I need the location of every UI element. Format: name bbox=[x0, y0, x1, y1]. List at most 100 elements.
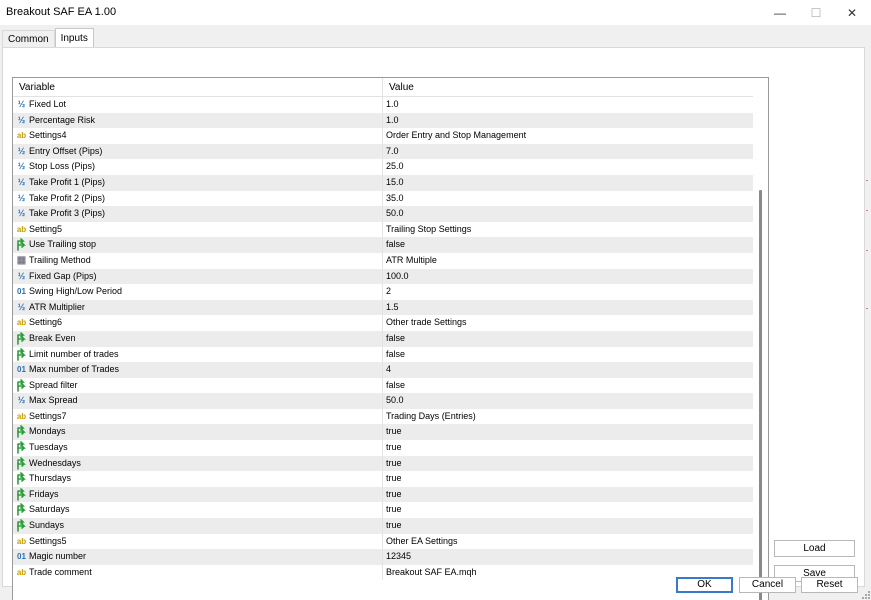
value-cell[interactable]: 7.0 bbox=[383, 144, 753, 160]
value-cell[interactable]: ATR Multiple bbox=[383, 253, 753, 269]
value-cell[interactable]: false bbox=[383, 237, 753, 253]
table-row[interactable]: Mondays true bbox=[13, 424, 753, 441]
value-cell[interactable]: 2 bbox=[383, 284, 753, 300]
minimize-icon[interactable]: — bbox=[762, 0, 798, 25]
table-row[interactable]: Tuesdays true bbox=[13, 440, 753, 456]
cancel-button[interactable]: Cancel bbox=[739, 577, 796, 593]
value-cell[interactable]: false bbox=[383, 378, 753, 394]
variable-cell[interactable]: Saturdays bbox=[13, 502, 383, 519]
variable-cell[interactable]: ab Setting5 bbox=[13, 221, 383, 238]
close-icon[interactable]: ✕ bbox=[834, 0, 870, 25]
table-row[interactable]: Thursdays true bbox=[13, 471, 753, 487]
variable-cell[interactable]: ½ Fixed Lot bbox=[13, 97, 383, 113]
variable-cell[interactable]: ab Settings5 bbox=[13, 533, 383, 550]
variable-cell[interactable]: ab Settings4 bbox=[13, 128, 383, 144]
value-cell[interactable]: 12345 bbox=[383, 549, 753, 565]
variable-cell[interactable]: ab Settings7 bbox=[13, 408, 383, 425]
table-row[interactable]: ½ Take Profit 1 (Pips) 15.0 bbox=[13, 174, 753, 191]
value-cell[interactable]: 1.0 bbox=[383, 113, 753, 129]
variable-cell[interactable]: 01 Magic number bbox=[13, 549, 383, 565]
variable-cell[interactable]: ½ Take Profit 1 (Pips) bbox=[13, 174, 383, 191]
variable-cell[interactable]: ½ Max Spread bbox=[13, 393, 383, 409]
variable-cell[interactable]: ½ ATR Multiplier bbox=[13, 299, 383, 316]
variable-cell[interactable]: Sundays bbox=[13, 518, 383, 534]
variable-cell[interactable]: Fridays bbox=[13, 486, 383, 503]
value-cell[interactable]: 15.0 bbox=[383, 175, 753, 191]
value-cell[interactable]: Order Entry and Stop Management bbox=[383, 128, 753, 144]
table-row[interactable]: Sundays true bbox=[13, 518, 753, 534]
maximize-icon[interactable]: ☐ bbox=[798, 0, 834, 25]
variable-cell[interactable]: Tuesdays bbox=[13, 440, 383, 456]
variable-cell[interactable]: Spread filter bbox=[13, 377, 383, 394]
table-row[interactable]: ▦ Trailing Method ATR Multiple bbox=[13, 252, 753, 269]
table-row[interactable]: ½ Take Profit 3 (Pips) 50.0 bbox=[13, 206, 753, 222]
table-row[interactable]: ab Settings7 Trading Days (Entries) bbox=[13, 408, 753, 425]
table-row[interactable]: 01 Swing High/Low Period 2 bbox=[13, 284, 753, 300]
inputs-list[interactable]: Variable Value ½ Fixed Lot 1.0 ½ Percentage … bbox=[12, 77, 769, 600]
value-cell[interactable]: 25.0 bbox=[383, 159, 753, 175]
variable-cell[interactable]: ½ Entry Offset (Pips) bbox=[13, 143, 383, 160]
value-cell[interactable]: Other EA Settings bbox=[383, 534, 753, 550]
value-cell[interactable]: false bbox=[383, 347, 753, 363]
variable-cell[interactable]: Thursdays bbox=[13, 471, 383, 487]
value-cell[interactable]: false bbox=[383, 331, 753, 347]
variable-cell[interactable]: ½ Take Profit 2 (Pips) bbox=[13, 190, 383, 207]
table-row[interactable]: ½ Take Profit 2 (Pips) 35.0 bbox=[13, 190, 753, 207]
value-cell[interactable]: 50.0 bbox=[383, 393, 753, 409]
table-row[interactable]: 01 Magic number 12345 bbox=[13, 549, 753, 565]
table-row[interactable]: Limit number of trades false bbox=[13, 346, 753, 363]
table-row[interactable]: Use Trailing stop false bbox=[13, 237, 753, 253]
table-row[interactable]: 01 Max number of Trades 4 bbox=[13, 362, 753, 378]
value-cell[interactable]: 50.0 bbox=[383, 206, 753, 222]
variable-cell[interactable]: ab Setting6 bbox=[13, 315, 383, 331]
tab-common[interactable]: Common bbox=[2, 30, 55, 48]
table-row[interactable]: ab Trade comment Breakout SAF EA.mqh bbox=[13, 564, 753, 581]
variable-cell[interactable]: ½ Stop Loss (Pips) bbox=[13, 159, 383, 175]
table-row[interactable]: ½ Percentage Risk 1.0 bbox=[13, 112, 753, 129]
variable-cell[interactable]: 01 Swing High/Low Period bbox=[13, 284, 383, 300]
reset-button[interactable]: Reset bbox=[801, 577, 858, 593]
table-row[interactable]: ab Settings4 Order Entry and Stop Manageme… bbox=[13, 128, 753, 144]
variable-cell[interactable]: ab Trade comment bbox=[13, 564, 383, 581]
load-button[interactable]: Load bbox=[774, 540, 855, 557]
tab-inputs[interactable]: Inputs bbox=[54, 28, 94, 48]
variable-cell[interactable]: Break Even bbox=[13, 330, 383, 347]
value-cell[interactable]: true bbox=[383, 471, 753, 487]
table-row[interactable]: ab Settings5 Other EA Settings bbox=[13, 533, 753, 550]
table-row[interactable]: ½ Fixed Lot 1.0 bbox=[13, 97, 753, 113]
table-row[interactable]: ½ Stop Loss (Pips) 25.0 bbox=[13, 159, 753, 175]
value-cell[interactable]: true bbox=[383, 424, 753, 440]
column-header-variable[interactable]: Variable bbox=[13, 78, 383, 97]
table-row[interactable]: ½ Fixed Gap (Pips) 100.0 bbox=[13, 268, 753, 285]
variable-cell[interactable]: 01 Max number of Trades bbox=[13, 362, 383, 378]
table-row[interactable]: Spread filter false bbox=[13, 377, 753, 394]
variable-cell[interactable]: Wednesdays bbox=[13, 455, 383, 472]
value-cell[interactable]: 100.0 bbox=[383, 269, 753, 285]
table-row[interactable]: Fridays true bbox=[13, 486, 753, 503]
value-cell[interactable]: 4 bbox=[383, 362, 753, 378]
scrollbar-thumb[interactable] bbox=[759, 190, 762, 600]
variable-cell[interactable]: ½ Fixed Gap (Pips) bbox=[13, 268, 383, 285]
table-row[interactable]: ½ Max Spread 50.0 bbox=[13, 393, 753, 409]
value-cell[interactable]: Trailing Stop Settings bbox=[383, 222, 753, 238]
value-cell[interactable]: 1.0 bbox=[383, 97, 753, 113]
value-cell[interactable]: true bbox=[383, 440, 753, 456]
variable-cell[interactable]: ½ Percentage Risk bbox=[13, 112, 383, 129]
ok-button[interactable]: OK bbox=[676, 577, 733, 593]
table-row[interactable]: ab Setting5 Trailing Stop Settings bbox=[13, 221, 753, 238]
variable-cell[interactable]: ½ Take Profit 3 (Pips) bbox=[13, 206, 383, 222]
value-cell[interactable]: true bbox=[383, 502, 753, 518]
value-cell[interactable]: Other trade Settings bbox=[383, 315, 753, 331]
variable-cell[interactable]: ▦ Trailing Method bbox=[13, 252, 383, 269]
resize-grip-icon[interactable] bbox=[862, 591, 870, 599]
table-row[interactable]: Wednesdays true bbox=[13, 455, 753, 472]
value-cell[interactable]: 1.5 bbox=[383, 300, 753, 316]
column-header-value[interactable]: Value bbox=[383, 78, 753, 97]
table-row[interactable]: ½ Entry Offset (Pips) 7.0 bbox=[13, 143, 753, 160]
table-row[interactable]: ½ ATR Multiplier 1.5 bbox=[13, 299, 753, 316]
table-row[interactable]: Break Even false bbox=[13, 330, 753, 347]
table-row[interactable]: ab Setting6 Other trade Settings bbox=[13, 315, 753, 331]
variable-cell[interactable]: Use Trailing stop bbox=[13, 237, 383, 253]
variable-cell[interactable]: Limit number of trades bbox=[13, 346, 383, 363]
value-cell[interactable]: true bbox=[383, 456, 753, 472]
